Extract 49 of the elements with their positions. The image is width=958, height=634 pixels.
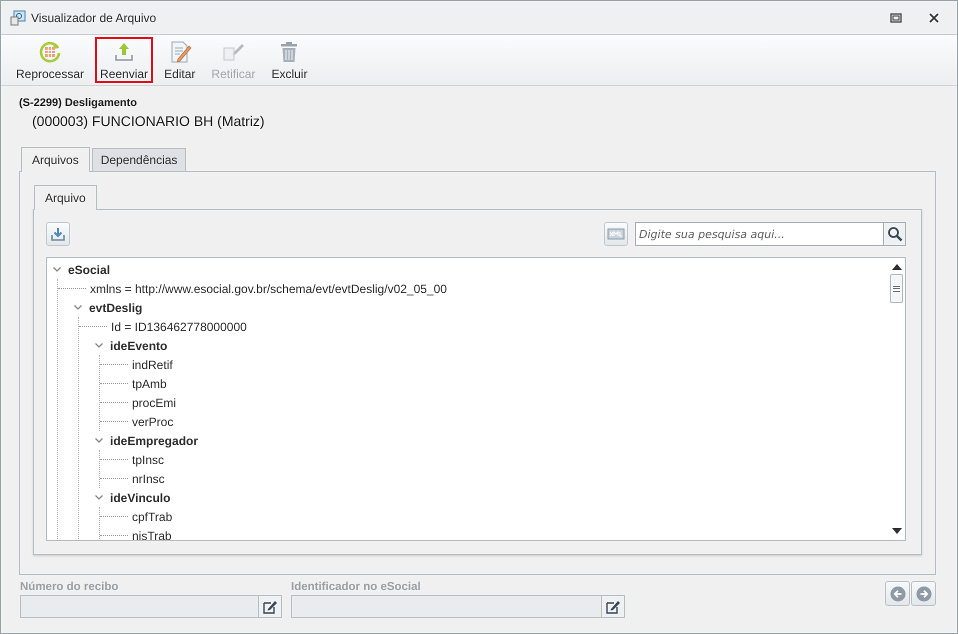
scroll-down-icon[interactable]: [892, 528, 902, 534]
previous-button[interactable]: [885, 581, 910, 606]
app-icon: [10, 10, 26, 26]
search-icon: [886, 226, 902, 242]
tree-item[interactable]: nisTrab: [132, 528, 172, 540]
window-title: Visualizador de Arquivo: [31, 10, 156, 24]
restore-icon[interactable]: [890, 12, 902, 22]
tree-item[interactable]: ideVinculo: [110, 490, 170, 504]
tree-item[interactable]: nrInsc: [132, 472, 165, 486]
tree-item[interactable]: evtDeslig: [89, 300, 142, 314]
scroll-up-icon[interactable]: [892, 264, 902, 270]
toolbar-button[interactable]: Reenviar: [95, 37, 154, 83]
tree-item[interactable]: procEmi: [132, 396, 176, 410]
search-field[interactable]: Digite sua pesquisa aqui...: [636, 223, 883, 245]
event-title: (S-2299) Desligamento: [19, 97, 138, 109]
tree-item[interactable]: cpfTrab: [132, 510, 172, 524]
employee-name: (000003) FUNCIONARIO BH (Matriz): [31, 112, 266, 129]
toolbar-button[interactable]: Reprocessar: [11, 37, 90, 83]
arrow-left-icon: [890, 586, 906, 602]
download-icon: [50, 226, 66, 242]
tab[interactable]: Arquivo: [34, 185, 97, 210]
edit-button[interactable]: [602, 595, 625, 618]
field-label: Identificador no eSocial: [291, 581, 422, 593]
tab[interactable]: Dependências: [92, 148, 186, 171]
toolbar-button[interactable]: Excluir: [266, 37, 312, 83]
xml-button[interactable]: [604, 222, 628, 246]
tab[interactable]: Arquivos: [21, 147, 90, 172]
tree-item[interactable]: Id = ID136462778000000: [111, 320, 247, 334]
next-button[interactable]: [911, 581, 936, 606]
arrow-right-icon: [916, 586, 932, 602]
download-button[interactable]: [46, 222, 70, 246]
scroll-thumb[interactable]: [890, 274, 903, 303]
tree-item[interactable]: eSocial: [68, 262, 110, 276]
edit-icon: [262, 598, 278, 614]
tree-item[interactable]: verProc: [132, 414, 174, 428]
tree-item[interactable]: xmlns = http://www.esocial.gov.br/schema/evt/evtDeslig/v02_05_00: [90, 282, 447, 296]
tree-item[interactable]: ideEvento: [110, 338, 168, 352]
close-icon[interactable]: [929, 12, 939, 22]
reprocess-icon: [38, 40, 62, 64]
edit-icon: [605, 598, 621, 614]
tree-item[interactable]: tpInsc: [132, 452, 164, 466]
xml-icon: [607, 228, 625, 240]
search-button[interactable]: [883, 222, 906, 246]
edit-button[interactable]: [259, 595, 282, 618]
tree-item[interactable]: indRetif: [132, 358, 173, 372]
toolbar-button[interactable]: Editar: [159, 37, 200, 83]
field-label: Número do recibo: [20, 581, 120, 593]
tree-item[interactable]: tpAmb: [132, 376, 167, 390]
tree-item[interactable]: ideEmpregador: [110, 434, 198, 448]
